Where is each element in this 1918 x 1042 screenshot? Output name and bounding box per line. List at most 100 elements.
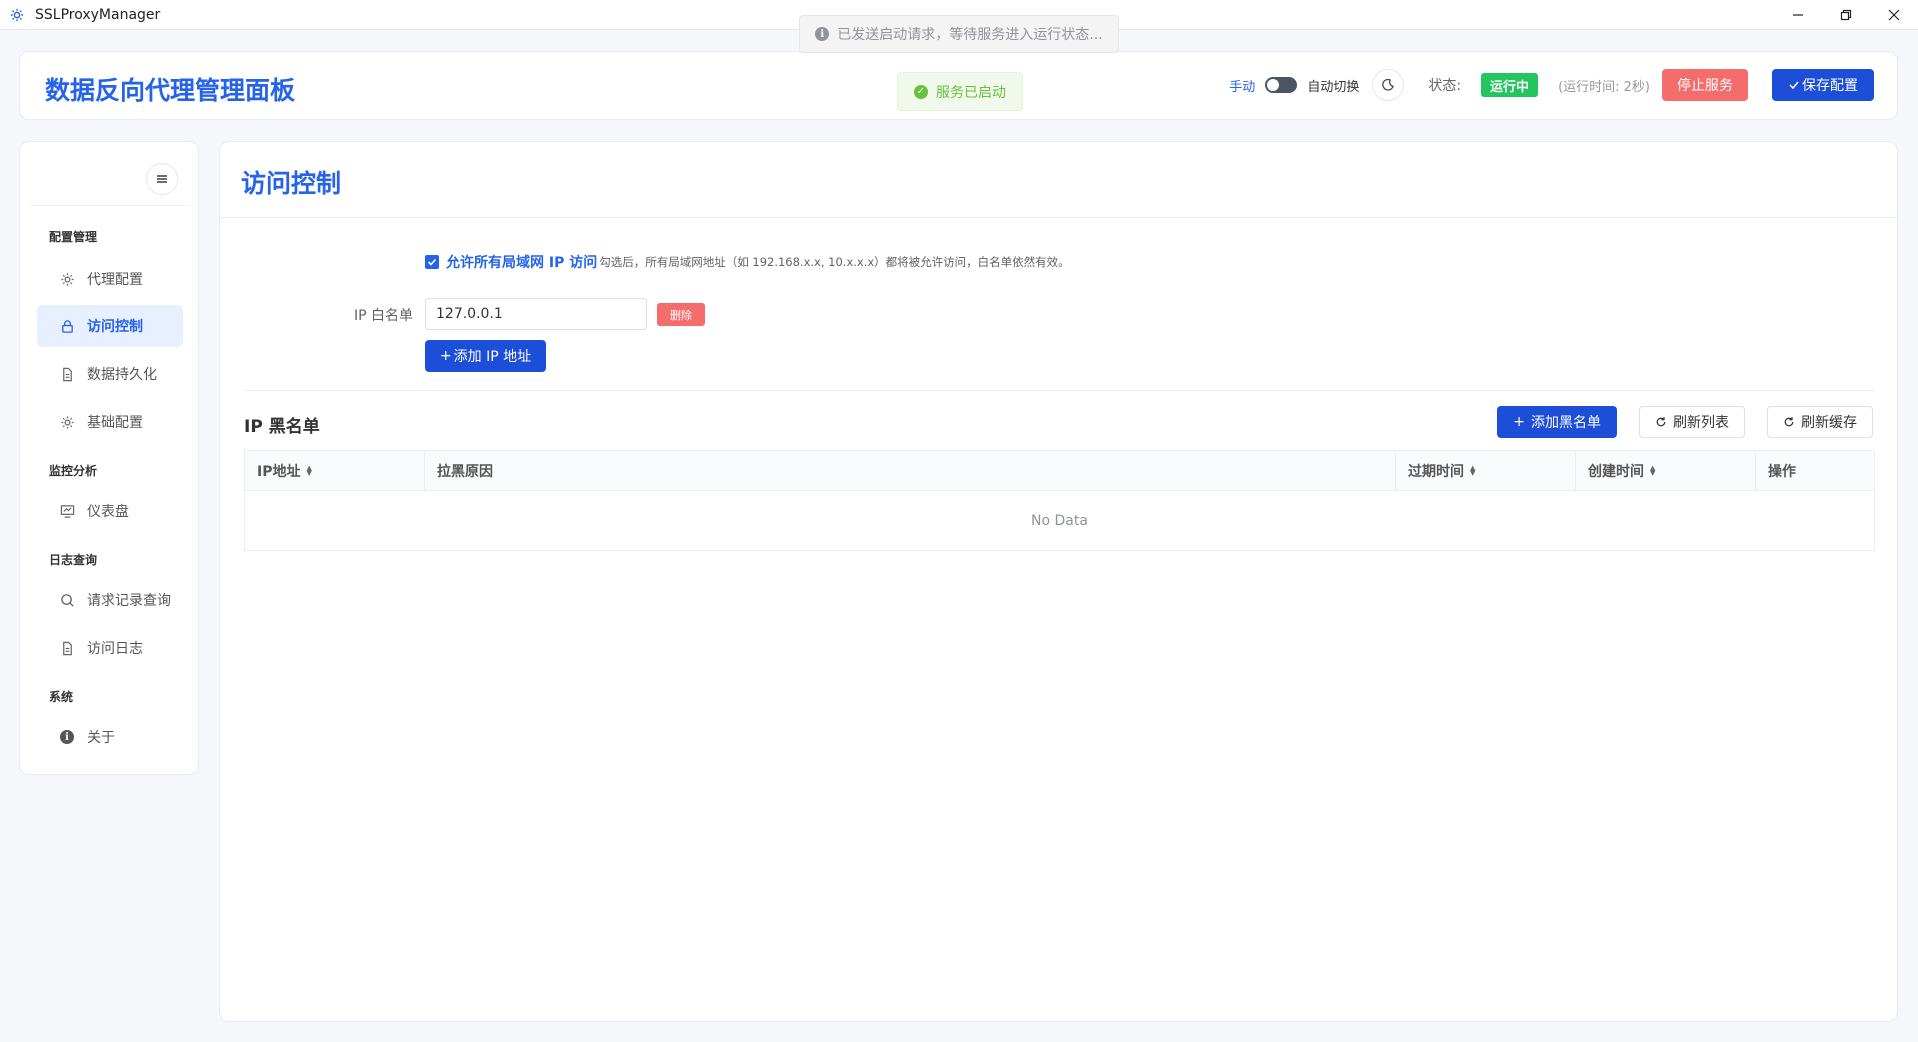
success-toast: ✓ 服务已启动 [897, 72, 1023, 111]
sidebar-item-dashboard[interactable]: 仪表盘 [37, 490, 183, 532]
menu-icon [157, 175, 167, 183]
dashboard-icon [59, 503, 75, 519]
sidebar-item-label: 访问控制 [87, 319, 143, 335]
group-title-logs: 日志查询 [49, 553, 98, 567]
table-empty-state: No Data [1031, 512, 1088, 529]
search-icon [59, 592, 75, 608]
header-card: 数据反向代理管理面板 ✓ 服务已启动 手动 自动切换 状态: 运行中 (运行时间… [19, 51, 1898, 120]
moon-icon [1382, 78, 1395, 91]
page-title: 访问控制 [241, 169, 342, 198]
allow-lan-checkbox[interactable] [425, 255, 439, 269]
check-circle-icon: ✓ [914, 84, 928, 99]
sidebar-item-label: 访问日志 [87, 641, 143, 657]
info-toast-text: 已发送启动请求，等待服务进入运行状态... [837, 27, 1103, 43]
sidebar-item-label: 数据持久化 [87, 367, 157, 383]
sidebar-item-label: 基础配置 [87, 415, 143, 431]
app-heading: 数据反向代理管理面板 [45, 76, 296, 105]
plus-icon: + [1513, 414, 1525, 430]
group-title-config: 配置管理 [49, 230, 98, 244]
column-label: IP地址 [257, 463, 301, 480]
blacklist-table: IP地址 ▲ ▼ 拉黑原因 过期时间 ▲ ▼ 创建时间 ▲ ▼ 操作 No Data [244, 450, 1875, 551]
sort-icon[interactable]: ▲ ▼ [306, 464, 311, 476]
group-title-system: 系统 [49, 690, 74, 704]
column-label: 过期时间 [1408, 463, 1464, 480]
whitelist-ip-input[interactable]: 127.0.0.1 [425, 298, 647, 330]
gear-icon [59, 271, 75, 287]
uptime-text: (运行时间: 2秒) [1558, 79, 1650, 95]
mode-auto-label: 自动切换 [1307, 79, 1360, 95]
blacklist-title: IP 黑名单 [244, 417, 320, 437]
document-icon [59, 366, 75, 382]
close-icon[interactable] [1870, 0, 1918, 30]
sidebar-item-request-query[interactable]: 请求记录查询 [37, 579, 183, 621]
gear-icon [59, 414, 75, 430]
check-icon [427, 258, 437, 266]
sort-icon[interactable]: ▲ ▼ [1470, 464, 1475, 476]
column-expire-time[interactable]: 过期时间 ▲ ▼ [1396, 451, 1576, 490]
column-label: 创建时间 [1588, 463, 1644, 480]
sidebar-item-basic-config[interactable]: 基础配置 [37, 401, 183, 443]
blacklist-actions: + 添加黑名单 刷新列表 刷新缓存 [1497, 406, 1873, 438]
delete-whitelist-button[interactable]: 删除 [657, 303, 705, 326]
column-label: 拉黑原因 [437, 463, 493, 480]
success-toast-text: 服务已启动 [936, 84, 1006, 101]
refresh-icon [1784, 417, 1794, 427]
document-icon [59, 640, 75, 656]
column-reason: 拉黑原因 [425, 451, 1396, 490]
add-blacklist-button[interactable]: + 添加黑名单 [1497, 406, 1617, 438]
sort-icon[interactable]: ▲ ▼ [1650, 464, 1655, 476]
window-title: SSLProxyManager [35, 6, 161, 23]
add-ip-label: 添加 IP 地址 [453, 349, 532, 365]
sidebar-item-label: 请求记录查询 [87, 593, 171, 609]
info-toast: i 已发送启动请求，等待服务进入运行状态... [799, 15, 1119, 53]
column-actions: 操作 [1756, 451, 1874, 490]
status-label: 状态: [1428, 78, 1462, 94]
gear-icon [9, 7, 25, 23]
refresh-list-button[interactable]: 刷新列表 [1639, 406, 1745, 438]
table-header: IP地址 ▲ ▼ 拉黑原因 过期时间 ▲ ▼ 创建时间 ▲ ▼ 操作 [245, 451, 1874, 491]
sidebar-collapse-button[interactable] [146, 163, 178, 195]
sidebar-item-label: 关于 [87, 730, 115, 746]
toggle-knob [1267, 79, 1280, 91]
info-icon: i [815, 27, 830, 41]
restore-icon[interactable] [1822, 0, 1870, 30]
theme-toggle-button[interactable] [1372, 69, 1405, 101]
sidebar-item-access-log[interactable]: 访问日志 [37, 627, 183, 669]
add-blacklist-label: 添加黑名单 [1531, 415, 1601, 431]
column-created-time[interactable]: 创建时间 ▲ ▼ [1576, 451, 1756, 490]
allow-lan-row: 允许所有局域网 IP 访问 勾选后，所有局域网地址（如 192.168.x.x,… [425, 252, 1070, 272]
whitelist-label: IP 白名单 [354, 308, 414, 324]
plus-icon: + [439, 348, 452, 364]
sidebar-item-label: 仪表盘 [87, 504, 129, 520]
sidebar-item-about[interactable]: i 关于 [37, 716, 183, 758]
minimize-icon[interactable] [1774, 0, 1822, 30]
stop-service-button[interactable]: 停止服务 [1662, 69, 1748, 101]
main-header: 访问控制 [220, 142, 1897, 218]
sidebar-item-proxy-config[interactable]: 代理配置 [37, 258, 183, 300]
status-badge: 运行中 [1481, 73, 1539, 97]
save-config-label: 保存配置 [1802, 78, 1858, 94]
window-controls [1774, 0, 1918, 30]
header-controls: 手动 自动切换 状态: 运行中 (运行时间: 2秒) 停止服务 保存配置 [1229, 68, 1874, 102]
sidebar-item-persistence[interactable]: 数据持久化 [37, 353, 183, 395]
save-config-button[interactable]: 保存配置 [1772, 69, 1874, 101]
mode-toggle[interactable] [1265, 77, 1298, 93]
sidebar-item-label: 代理配置 [87, 272, 143, 288]
refresh-cache-label: 刷新缓存 [1801, 415, 1857, 431]
add-ip-button[interactable]: + 添加 IP 地址 [425, 340, 546, 372]
allow-lan-label[interactable]: 允许所有局域网 IP 访问 [446, 252, 597, 272]
check-icon [1789, 81, 1799, 90]
sidebar-item-access-control[interactable]: 访问控制 [37, 305, 183, 347]
section-divider [244, 390, 1874, 391]
refresh-cache-button[interactable]: 刷新缓存 [1767, 406, 1873, 438]
sidebar-divider [30, 205, 190, 206]
column-label: 操作 [1768, 463, 1796, 480]
column-ip[interactable]: IP地址 ▲ ▼ [245, 451, 425, 490]
info-icon: i [59, 729, 75, 745]
lock-icon [59, 318, 75, 334]
main-content: 访问控制 允许所有局域网 IP 访问 勾选后，所有局域网地址（如 192.168… [219, 141, 1898, 1022]
group-title-monitor: 监控分析 [49, 464, 98, 478]
sidebar: 配置管理 代理配置 访问控制 数据持久化 基础配置 监控分析 仪表盘 日志查询 … [19, 141, 199, 775]
refresh-list-label: 刷新列表 [1673, 415, 1729, 431]
refresh-icon [1656, 417, 1666, 427]
